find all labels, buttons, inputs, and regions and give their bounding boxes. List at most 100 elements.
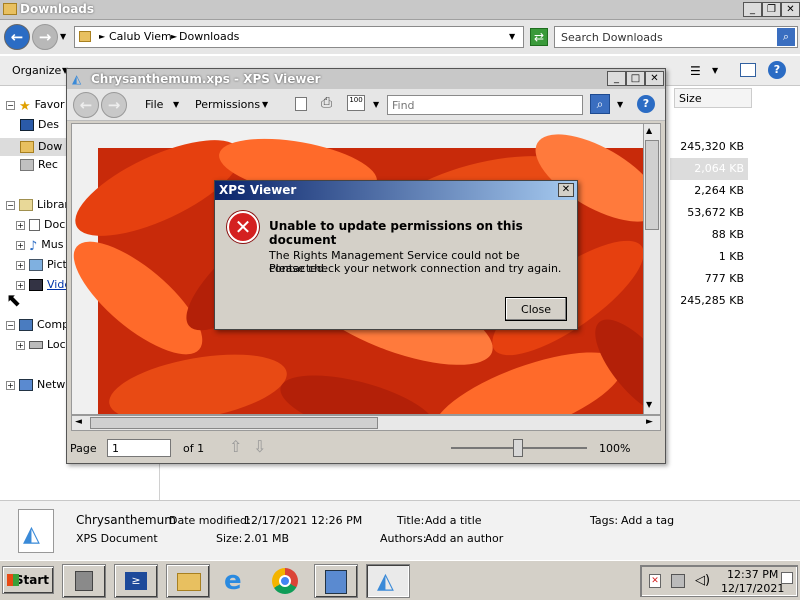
- clock-time[interactable]: 12:37 PM: [727, 568, 778, 581]
- back-button[interactable]: ←: [73, 92, 99, 118]
- preview-pane-icon[interactable]: [740, 63, 756, 77]
- expand-icon[interactable]: +: [16, 240, 25, 250]
- restore-button[interactable]: ❐: [762, 2, 781, 17]
- nav-item-label: Netw: [37, 378, 66, 391]
- help-icon[interactable]: ?: [768, 61, 786, 79]
- nav-item-videos[interactable]: + Vide: [16, 278, 71, 291]
- start-button[interactable]: Start: [2, 566, 54, 594]
- search-input[interactable]: Search Downloads ⌕: [554, 26, 798, 48]
- chrome-center-icon: [279, 575, 291, 587]
- clock-date[interactable]: 12/17/2021: [721, 582, 784, 595]
- dialog-message-line: Please check your network connection and…: [269, 262, 562, 275]
- scroll-down-icon[interactable]: ▼: [646, 400, 652, 409]
- title-value[interactable]: Add a title: [425, 514, 482, 527]
- expand-icon[interactable]: +: [16, 280, 25, 290]
- nav-item-computer[interactable]: − Comp: [6, 318, 69, 331]
- zoom-slider-thumb[interactable]: [513, 439, 523, 457]
- taskbar-explorer[interactable]: [166, 564, 210, 598]
- page-input[interactable]: 1: [107, 439, 171, 457]
- tags-value[interactable]: Add a tag: [621, 514, 674, 527]
- scroll-thumb[interactable]: [645, 140, 659, 230]
- back-button[interactable]: ←: [4, 24, 30, 50]
- folder-icon: [3, 3, 17, 15]
- volume-icon[interactable]: ◁): [695, 573, 710, 588]
- chevron-down-icon[interactable]: ▼: [60, 32, 66, 41]
- chevron-down-icon[interactable]: ▼: [373, 100, 379, 109]
- find-search-icon[interactable]: ⌕: [590, 94, 610, 114]
- next-page-icon[interactable]: ⇩: [253, 437, 266, 456]
- close-button[interactable]: Close: [505, 297, 567, 321]
- nav-item-network[interactable]: + Netw: [6, 378, 65, 391]
- details-pane: ◭ Chrysanthemum XPS Document Date modifi…: [0, 500, 800, 560]
- security-alert-icon[interactable]: ✕: [649, 574, 661, 588]
- scroll-left-icon[interactable]: ◄: [75, 417, 82, 427]
- authors-value[interactable]: Add an author: [425, 532, 503, 545]
- nav-item-documents[interactable]: + Doc: [16, 218, 65, 231]
- print-icon[interactable]: ⎙: [321, 95, 332, 111]
- network-icon[interactable]: [671, 574, 685, 588]
- chevron-down-icon[interactable]: ▼: [262, 100, 268, 109]
- search-icon[interactable]: ⌕: [777, 28, 795, 46]
- maximize-button[interactable]: □: [626, 71, 645, 86]
- address-bar[interactable]: ► Calub Viem ► Downloads ▼: [74, 26, 524, 48]
- libraries-icon: [19, 199, 33, 211]
- help-icon[interactable]: ?: [637, 95, 655, 113]
- dialog-title-bar[interactable]: XPS Viewer ✕: [215, 181, 577, 200]
- scroll-up-icon[interactable]: ▲: [646, 126, 652, 135]
- nav-item-music[interactable]: + ♪ Mus: [16, 238, 64, 254]
- file-menu[interactable]: File: [145, 98, 163, 111]
- nav-item-recent[interactable]: Rec: [20, 158, 58, 171]
- breadcrumb-item[interactable]: Downloads: [179, 30, 239, 43]
- outline-icon[interactable]: [295, 97, 307, 111]
- horizontal-scrollbar[interactable]: ◄ ►: [71, 415, 661, 431]
- previous-page-icon[interactable]: ⇧: [229, 437, 242, 456]
- close-button[interactable]: ✕: [645, 71, 664, 86]
- taskbar: Start ≥ e ◭ ✕ ◁) 12:37 PM 12/17/2021: [0, 560, 800, 600]
- nav-item-local-disk[interactable]: + Loc: [16, 338, 66, 351]
- close-button[interactable]: ✕: [781, 2, 800, 17]
- computer-icon: [19, 319, 33, 331]
- permissions-menu[interactable]: Permissions: [195, 98, 260, 111]
- chevron-down-icon[interactable]: ▼: [712, 66, 718, 75]
- taskbar-server-manager[interactable]: [62, 564, 106, 598]
- taskbar-chrome[interactable]: [266, 564, 306, 598]
- error-icon: ✕: [227, 211, 259, 243]
- explorer-title-bar[interactable]: Downloads _ ❐ ✕: [0, 0, 800, 20]
- vertical-scrollbar[interactable]: ▲ ▼: [643, 123, 661, 415]
- forward-button[interactable]: →: [32, 24, 58, 50]
- expand-icon[interactable]: +: [16, 260, 25, 270]
- taskbar-building-app[interactable]: [314, 564, 358, 598]
- find-input[interactable]: Find: [387, 95, 583, 115]
- taskbar-internet-explorer[interactable]: e: [218, 564, 258, 598]
- forward-button[interactable]: →: [101, 92, 127, 118]
- size-column-header[interactable]: Size: [674, 88, 752, 108]
- show-desktop-icon[interactable]: [781, 572, 793, 584]
- chevron-down-icon[interactable]: ▼: [509, 32, 515, 41]
- dialog-close-icon[interactable]: ✕: [558, 183, 574, 197]
- minimize-button[interactable]: _: [607, 71, 626, 86]
- chevron-down-icon[interactable]: ▼: [617, 100, 623, 109]
- breadcrumb-item[interactable]: Calub Viem: [109, 30, 172, 43]
- scroll-right-icon[interactable]: ►: [646, 417, 653, 427]
- nav-item-pictures[interactable]: + Pict: [16, 258, 67, 271]
- minimize-button[interactable]: _: [743, 2, 762, 17]
- chevron-down-icon[interactable]: ▼: [173, 100, 179, 109]
- expand-icon[interactable]: +: [16, 220, 25, 230]
- organize-button[interactable]: Organize: [12, 64, 61, 77]
- collapse-icon[interactable]: −: [6, 320, 15, 330]
- collapse-icon[interactable]: −: [6, 200, 15, 210]
- view-options-icon[interactable]: ☰: [690, 64, 701, 78]
- nav-item-libraries[interactable]: − Librar: [6, 198, 69, 211]
- scroll-thumb[interactable]: [90, 417, 378, 429]
- expand-icon[interactable]: +: [6, 380, 15, 390]
- taskbar-powershell[interactable]: ≥: [114, 564, 158, 598]
- collapse-icon[interactable]: −: [6, 100, 15, 110]
- taskbar-xps-viewer[interactable]: ◭: [366, 564, 410, 598]
- zoom-icon[interactable]: 100: [347, 95, 365, 111]
- refresh-button[interactable]: ⇄: [530, 28, 548, 46]
- xps-title-bar[interactable]: ◭ Chrysanthemum.xps - XPS Viewer _ □ ✕: [67, 69, 665, 89]
- nav-item-favorites[interactable]: − ★ Favor: [6, 98, 64, 114]
- nav-item-label: Rec: [38, 158, 58, 171]
- expand-icon[interactable]: +: [16, 340, 25, 350]
- nav-item-desktop[interactable]: Des: [20, 118, 59, 131]
